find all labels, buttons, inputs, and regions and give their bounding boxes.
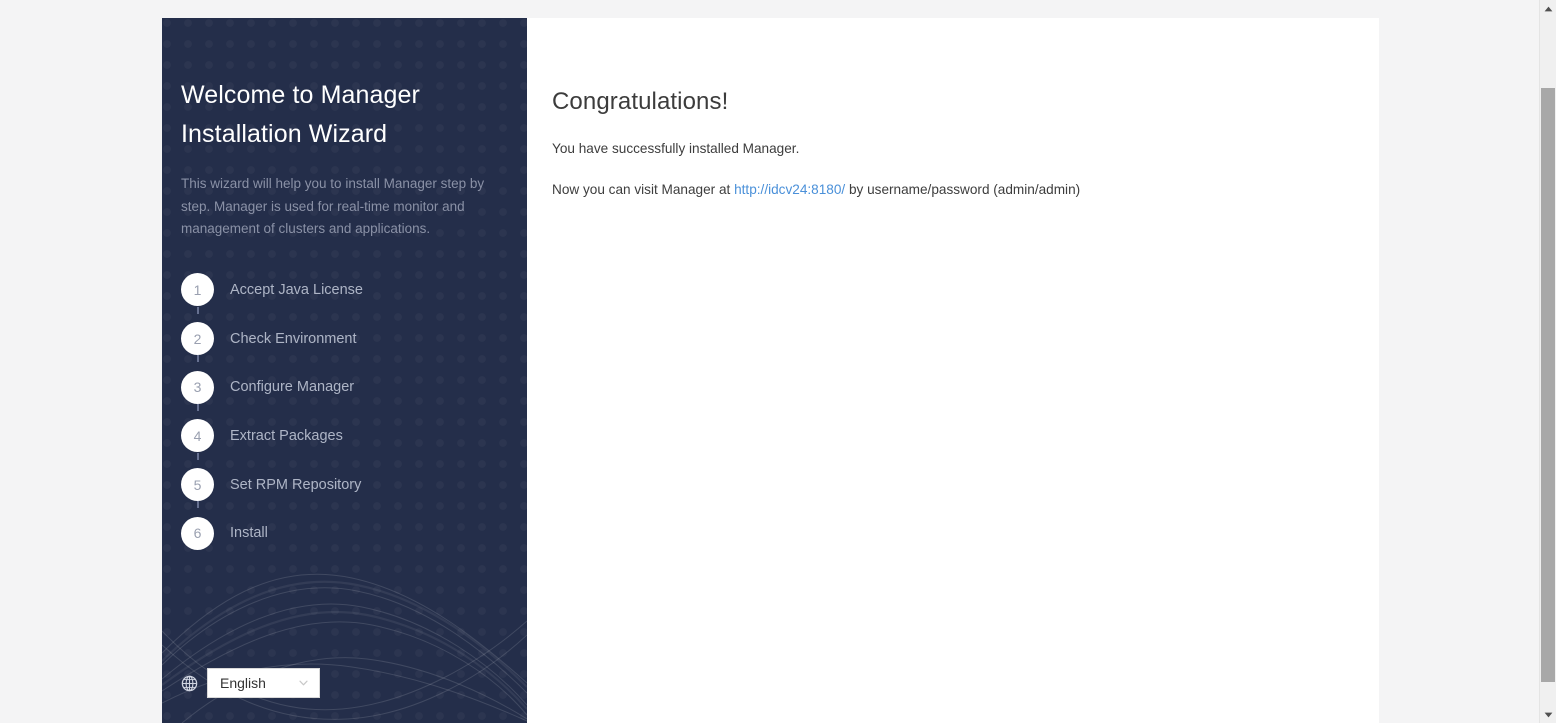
visit-instruction: Now you can visit Manager at http://idcv… xyxy=(552,180,1379,200)
sidebar-step-accept-java-license[interactable]: 1 Accept Java License xyxy=(181,266,527,315)
sidebar-step-install[interactable]: 6 Install xyxy=(181,509,527,558)
sidebar-step-set-rpm-repository[interactable]: 5 Set RPM Repository xyxy=(181,460,527,509)
sidebar-step-extract-packages[interactable]: 4 Extract Packages xyxy=(181,412,527,461)
step-number-badge: 2 xyxy=(181,322,214,356)
step-number-badge: 5 xyxy=(181,468,214,502)
globe-icon xyxy=(181,675,198,691)
step-connector xyxy=(197,306,199,314)
success-message: You have successfully installed Manager. xyxy=(552,141,800,156)
page-title: Congratulations! xyxy=(552,88,729,115)
step-label: Accept Java License xyxy=(230,281,363,298)
step-connector xyxy=(197,403,199,411)
visit-instruction-suffix: by username/password (admin/admin) xyxy=(845,182,1081,197)
step-number-badge: 4 xyxy=(181,419,214,453)
sidebar-title: Welcome to Manager Installation Wizard xyxy=(181,81,420,148)
step-connector xyxy=(197,501,199,509)
sidebar-step-check-environment[interactable]: 2 Check Environment xyxy=(181,314,527,363)
step-connector xyxy=(197,355,199,363)
scroll-down-button[interactable] xyxy=(1540,706,1556,723)
sidebar-description: This wizard will help you to install Man… xyxy=(181,176,485,236)
language-select[interactable]: English xyxy=(207,668,320,698)
language-select-value: English xyxy=(220,675,266,691)
chevron-down-icon xyxy=(299,680,308,686)
wizard-card: Welcome to Manager Installation Wizard T… xyxy=(162,18,1379,723)
step-label: Configure Manager xyxy=(230,379,355,396)
manager-url-link[interactable]: http://idcv24:8180/ xyxy=(734,182,845,197)
step-label: Check Environment xyxy=(230,330,357,347)
scrollbar-track-upper[interactable] xyxy=(1540,17,1556,88)
wizard-sidebar: Welcome to Manager Installation Wizard T… xyxy=(162,18,527,723)
scroll-up-arrow-icon xyxy=(1544,6,1552,11)
step-label: Install xyxy=(230,525,268,542)
language-selector-row: English xyxy=(181,668,320,698)
scroll-down-arrow-icon xyxy=(1544,712,1552,717)
scrollbar-thumb[interactable] xyxy=(1541,88,1555,682)
step-number-badge: 6 xyxy=(181,516,214,550)
step-number-badge: 1 xyxy=(181,273,214,307)
sidebar-step-configure-manager[interactable]: 3 Configure Manager xyxy=(181,363,527,412)
scroll-up-button[interactable] xyxy=(1540,0,1556,17)
step-label: Set RPM Repository xyxy=(230,476,362,493)
step-number-badge: 3 xyxy=(181,370,214,404)
wizard-steps-list: 1 Accept Java License 2 Check Environmen… xyxy=(162,266,527,558)
step-label: Extract Packages xyxy=(230,427,343,444)
step-connector xyxy=(197,452,199,460)
page-background: Welcome to Manager Installation Wizard T… xyxy=(0,0,1539,723)
vertical-scrollbar[interactable] xyxy=(1539,0,1556,723)
wizard-content-panel: Congratulations! You have successfully i… xyxy=(527,18,1379,723)
visit-instruction-prefix: Now you can visit Manager at xyxy=(552,182,735,197)
